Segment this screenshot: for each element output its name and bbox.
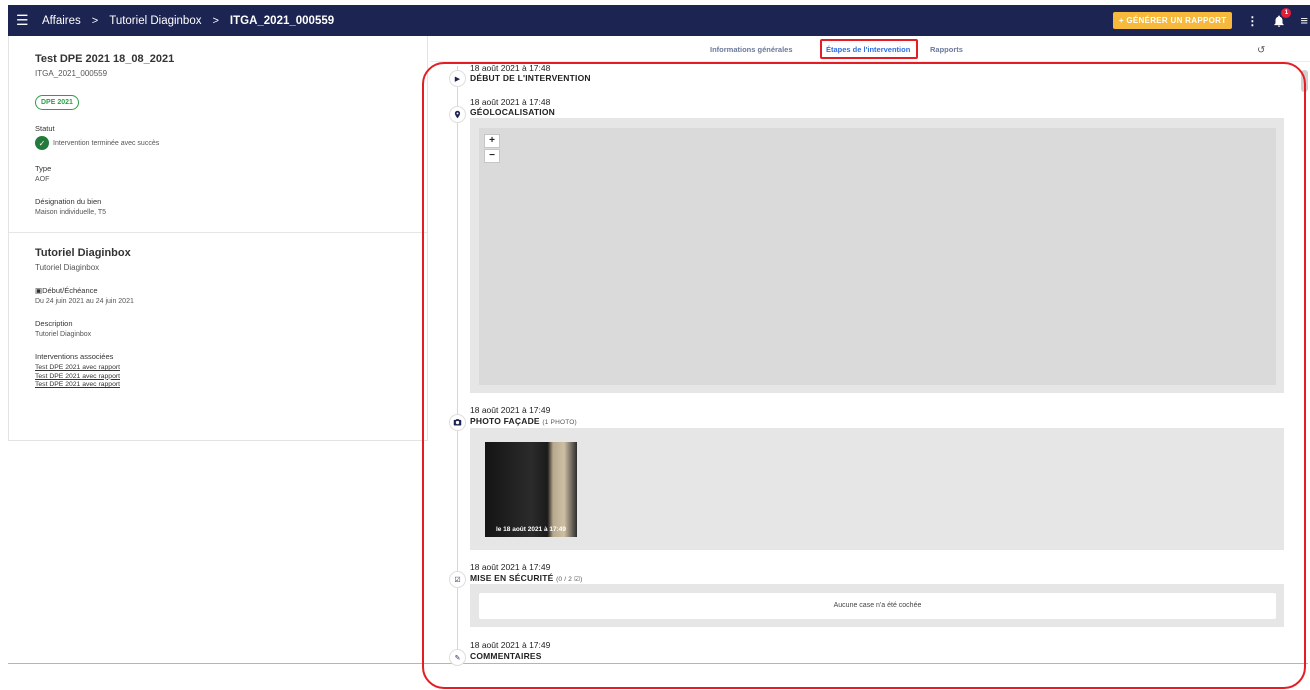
step-title: GÉOLOCALISATION [470,107,556,117]
step-title-text: MISE EN SÉCURITÉ [470,573,554,583]
left-details-panel: Test DPE 2021 18_08_2021 ITGA_2021_00055… [8,36,428,441]
photo-caption: le 18 août 2021 à 17:49 [495,526,567,533]
intervention-code: ITGA_2021_000559 [35,69,108,78]
location-pin-shape [454,110,461,119]
timeline-line [457,66,458,658]
designation-label: Désignation du bien [35,197,102,206]
breadcrumb-separator: > [91,14,99,27]
checklist-icon: ☑ [449,571,466,588]
list-menu-icon[interactable]: ≡ [1300,13,1308,28]
top-actions: + GÉNÉRER UN RAPPORT ⋮ 1 ≡ [1112,5,1310,36]
intervention-summary: Test DPE 2021 18_08_2021 ITGA_2021_00055… [9,36,427,233]
bottom-divider [8,663,1308,664]
breadcrumb-affaires[interactable]: Affaires [42,15,81,27]
play-icon: ▶ [449,70,466,87]
associated-list: Test DPE 2021 avec rapport Test DPE 2021… [35,364,427,390]
map-view[interactable]: + − [479,128,1276,385]
description-value: Tutoriel Diaginbox [35,331,92,338]
zoom-in-button[interactable]: + [484,134,500,148]
pencil-icon: ✎ [449,649,466,666]
camera-shape [453,419,462,426]
associated-intervention-link[interactable]: Test DPE 2021 avec rapport [35,364,427,373]
check-circle-icon: ✓ [35,136,49,150]
dates-label-text: Début/Échéance [42,286,98,295]
step-title: MISE EN SÉCURITÉ (0 / 2 ☑) [470,573,582,583]
facade-photo[interactable]: le 18 août 2021 à 17:49 [485,442,577,537]
step-date: 18 août 2021 à 17:49 [470,562,551,572]
step-title: PHOTO FAÇADE (1 PHOTO) [470,416,577,426]
type-value: AOF [35,176,50,183]
step-date: 18 août 2021 à 17:48 [470,97,551,107]
camera-icon [449,414,466,431]
location-pin-icon [449,106,466,123]
zoom-out-button[interactable]: − [484,149,500,163]
more-vertical-icon[interactable]: ⋮ [1246,14,1258,28]
step-title: COMMENTAIRES [470,651,542,661]
associated-intervention-link[interactable]: Test DPE 2021 avec rapport [35,381,427,390]
designation-value: Maison individuelle, T5 [35,209,107,216]
affaire-summary: Tutoriel Diaginbox Tutoriel Diaginbox ▣D… [9,233,427,390]
tab-rapports[interactable]: Rapports [930,45,963,54]
empty-checklist-message: Aucune case n'a été cochée [479,593,1276,619]
notifications-button[interactable]: 1 [1272,7,1292,28]
top-app-bar: ☰ Affaires > Tutoriel Diaginbox > ITGA_2… [8,5,1310,36]
scrollbar-thumb[interactable] [1301,70,1308,92]
associated-intervention-link[interactable]: Test DPE 2021 avec rapport [35,373,427,382]
history-icon[interactable]: ↺ [1257,45,1265,56]
tab-informations-generales[interactable]: Informations générales [710,45,793,54]
affaire-subtitle: Tutoriel Diaginbox [35,263,100,272]
active-tab-highlight [820,39,918,59]
status-row: ✓ Intervention terminée avec succès [35,136,427,150]
associated-label: Interventions associées [35,352,114,361]
intervention-title: Test DPE 2021 18_08_2021 [35,53,175,65]
description-label: Description [35,319,73,328]
step-title: DÉBUT DE L'INTERVENTION [470,73,591,83]
checked-count: (0 / 2 ☑) [556,576,583,583]
affaire-title: Tutoriel Diaginbox [35,247,131,259]
status-value: Intervention terminée avec succès [53,139,160,147]
menu-icon[interactable]: ☰ [16,12,42,29]
breadcrumb-separator: > [212,14,219,27]
status-label: Statut [35,124,55,133]
breadcrumb-tutoriel[interactable]: Tutoriel Diaginbox [109,15,201,27]
step-date: 18 août 2021 à 17:49 [470,640,551,650]
dates-label: ▣Début/Échéance [35,286,427,295]
type-label: Type [35,164,52,173]
dates-value: Du 24 juin 2021 au 24 juin 2021 [35,298,134,305]
breadcrumb-current: ITGA_2021_000559 [229,14,335,27]
step-date: 18 août 2021 à 17:48 [470,63,551,73]
step-date: 18 août 2021 à 17:49 [470,405,551,415]
generate-report-button[interactable]: + GÉNÉRER UN RAPPORT [1112,12,1233,29]
photo-count: (1 PHOTO) [542,419,577,426]
photo-container [470,428,1284,550]
notification-badge: 1 [1281,7,1292,18]
intervention-type-chip: DPE 2021 [35,95,79,110]
step-title-text: PHOTO FAÇADE [470,416,540,426]
